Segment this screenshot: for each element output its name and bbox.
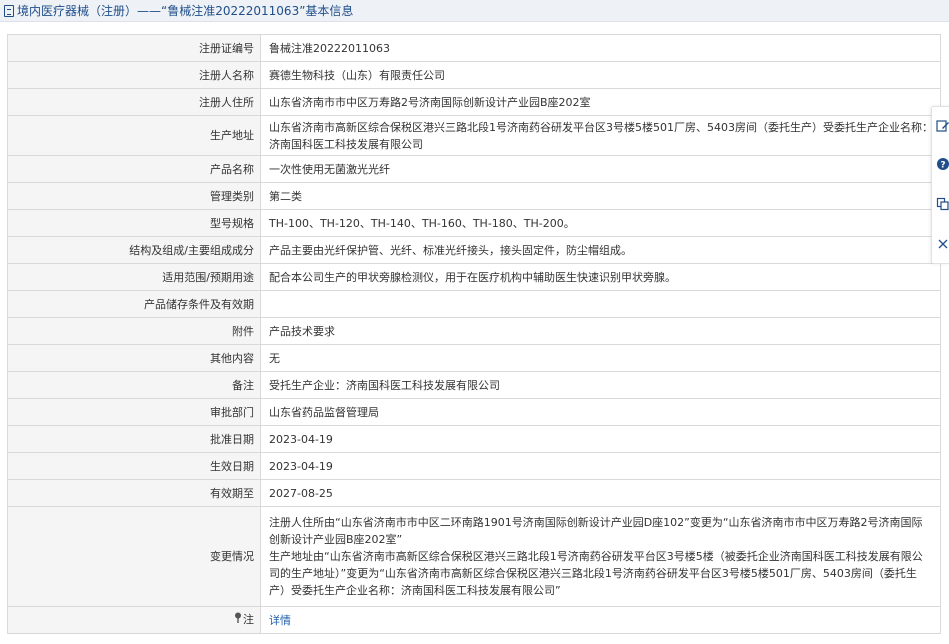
row-label: 注册证编号	[7, 34, 261, 62]
row-value: 山东省济南市高新区综合保税区港兴三路北段1号济南药谷研发平台区3号楼5楼501厂…	[260, 115, 941, 156]
table-row: 其他内容 无	[7, 344, 941, 372]
row-label: 结构及组成/主要组成成分	[7, 236, 261, 264]
row-label: 有效期至	[7, 479, 261, 507]
row-label: 适用范围/预期用途	[7, 263, 261, 291]
row-value: 山东省济南市市中区万寿路2号济南国际创新设计产业园B座202室	[260, 88, 941, 116]
table-row: 批准日期 2023-04-19	[7, 425, 941, 453]
page-title-bar: 境内医疗器械（注册）——“鲁械注准20222011063”基本信息	[0, 0, 949, 22]
page-title: 境内医疗器械（注册）——“鲁械注准20222011063”基本信息	[17, 4, 354, 18]
row-value: 产品主要由光纤保护管、光纤、标准光纤接头，接头固定件，防尘帽组成。	[260, 236, 941, 264]
row-label: 产品名称	[7, 155, 261, 183]
table-row: 管理类别 第二类	[7, 182, 941, 210]
svg-text:?: ?	[940, 161, 945, 171]
detail-link[interactable]: 详情	[269, 614, 291, 627]
copy-button[interactable]	[932, 193, 949, 215]
help-icon: ?	[937, 158, 949, 171]
table-row: 生产地址 山东省济南市高新区综合保税区港兴三路北段1号济南药谷研发平台区3号楼5…	[7, 115, 941, 156]
row-value: 无	[260, 344, 941, 372]
note-label-cell: 注	[7, 606, 261, 634]
copy-icon	[936, 197, 949, 211]
row-value: 配合本公司生产的甲状旁腺检测仪，用于在医疗机构中辅助医生快速识别甲状旁腺。	[260, 263, 941, 291]
document-icon	[4, 4, 14, 17]
row-value: 第二类	[260, 182, 941, 210]
row-value: 2023-04-19	[260, 425, 941, 453]
row-label: 其他内容	[7, 344, 261, 372]
row-value: 2027-08-25	[260, 479, 941, 507]
table-row: 产品储存条件及有效期	[7, 290, 941, 318]
table-row: 备注 受托生产企业：济南国科医工科技发展有限公司	[7, 371, 941, 399]
row-value	[260, 290, 941, 318]
help-button[interactable]: ?	[932, 153, 949, 175]
row-label: 注册人名称	[7, 61, 261, 89]
row-value: TH-100、TH-120、TH-140、TH-160、TH-180、TH-20…	[260, 209, 941, 237]
table-row: 附件 产品技术要求	[7, 317, 941, 345]
edit-button[interactable]	[932, 115, 949, 137]
note-label: 注	[243, 613, 254, 626]
table-row: 结构及组成/主要组成成分 产品主要由光纤保护管、光纤、标准光纤接头，接头固定件，…	[7, 236, 941, 264]
row-label: 附件	[7, 317, 261, 345]
row-label: 管理类别	[7, 182, 261, 210]
row-label: 型号规格	[7, 209, 261, 237]
table-row: 注册人名称 赛德生物科技（山东）有限责任公司	[7, 61, 941, 89]
close-icon	[938, 239, 948, 249]
table-row: 审批部门 山东省药品监督管理局	[7, 398, 941, 426]
change-label: 变更情况	[7, 506, 261, 607]
row-label: 批准日期	[7, 425, 261, 453]
row-value: 一次性使用无菌激光光纤	[260, 155, 941, 183]
row-label: 生产地址	[7, 115, 261, 156]
note-value-cell: 详情	[260, 606, 941, 634]
row-value: 2023-04-19	[260, 452, 941, 480]
close-button[interactable]	[932, 233, 949, 255]
row-value: 鲁械注准20222011063	[260, 34, 941, 62]
row-value: 产品技术要求	[260, 317, 941, 345]
table-row: 生效日期 2023-04-19	[7, 452, 941, 480]
table-row: 注册人住所 山东省济南市市中区万寿路2号济南国际创新设计产业园B座202室	[7, 88, 941, 116]
row-label: 审批部门	[7, 398, 261, 426]
table-row-change: 变更情况 注册人住所由“山东省济南市市中区二环南路1901号济南国际创新设计产业…	[7, 506, 941, 607]
table-row-note: 注 详情	[7, 606, 941, 634]
floating-toolbar: ?	[931, 106, 949, 264]
table-row: 有效期至 2027-08-25	[7, 479, 941, 507]
row-value: 山东省药品监督管理局	[260, 398, 941, 426]
pin-icon	[234, 612, 242, 629]
table-row: 注册证编号 鲁械注准20222011063	[7, 34, 941, 62]
row-label: 生效日期	[7, 452, 261, 480]
row-value: 受托生产企业：济南国科医工科技发展有限公司	[260, 371, 941, 399]
table-row: 适用范围/预期用途 配合本公司生产的甲状旁腺检测仪，用于在医疗机构中辅助医生快速…	[7, 263, 941, 291]
row-label: 产品储存条件及有效期	[7, 290, 261, 318]
edit-icon	[936, 120, 949, 132]
change-value: 注册人住所由“山东省济南市市中区二环南路1901号济南国际创新设计产业园D座10…	[260, 506, 941, 607]
row-value: 赛德生物科技（山东）有限责任公司	[260, 61, 941, 89]
row-label: 注册人住所	[7, 88, 261, 116]
table-row: 型号规格 TH-100、TH-120、TH-140、TH-160、TH-180、…	[7, 209, 941, 237]
table-row: 产品名称 一次性使用无菌激光光纤	[7, 155, 941, 183]
info-table: 注册证编号 鲁械注准20222011063 注册人名称 赛德生物科技（山东）有限…	[7, 34, 941, 634]
row-label: 备注	[7, 371, 261, 399]
